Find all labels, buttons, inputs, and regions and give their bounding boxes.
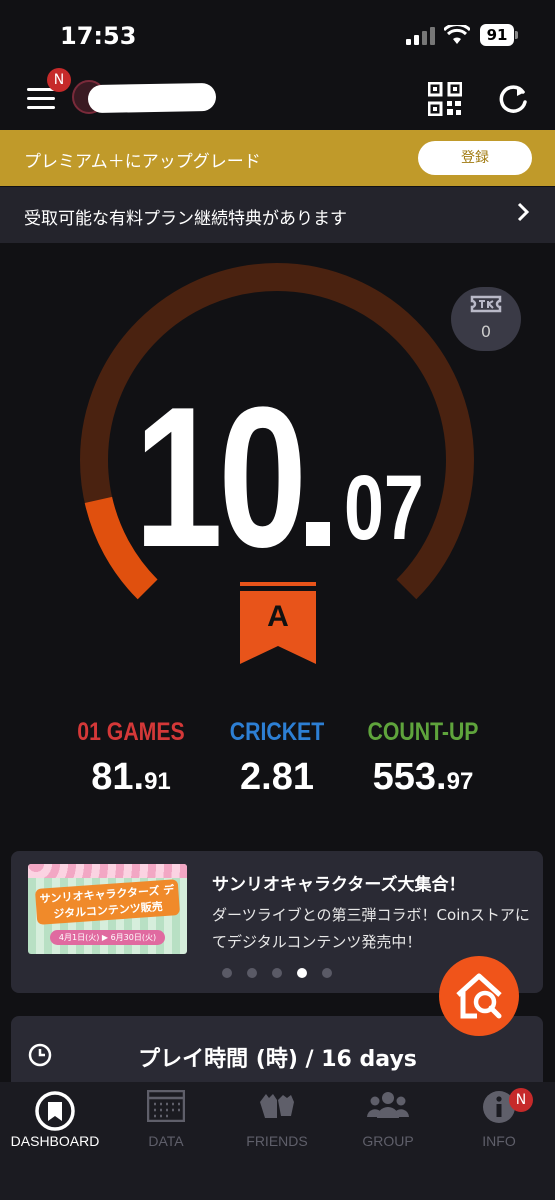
nav-data[interactable] [111,1089,221,1126]
redacted-username [87,82,217,114]
menu-icon[interactable] [27,86,55,112]
rating-integer: 10 [134,366,307,589]
stat-value-main: 553. [372,756,447,798]
chevron-right-icon [517,202,530,222]
stat-label-01-games: 01 GAMES [77,718,185,746]
ticket-count: 0 [480,322,492,341]
upgrade-label: プレミアム＋にアップグレード [24,152,261,172]
carousel-dot-4-active[interactable] [297,968,307,978]
carousel-dot-3[interactable] [272,968,282,978]
stat-value-decimal: 91 [144,768,171,795]
shop-search-button[interactable] [439,956,519,1036]
shop-search-icon [456,973,502,1019]
status-time: 17:53 [60,22,137,50]
rating-decimal-point [306,522,330,546]
group-icon [367,1092,409,1118]
friends-icon [260,1094,294,1118]
nav-label-group: GROUP [362,1133,414,1149]
nav-label-data: DATA [148,1133,184,1149]
stat-value-01-games: 81.91 [51,756,211,799]
stat-label-count-up: COUNT-UP [367,718,479,746]
nav-dashboard[interactable] [0,1090,110,1136]
thumbnail-dates: 4月1日(火) ▶ 6月30日(火) [50,930,165,945]
carousel-dot-5[interactable] [322,968,332,978]
carousel-dot-1[interactable] [222,968,232,978]
battery-cap [515,31,518,39]
wifi-icon [444,25,470,44]
nav-label-info: INFO [482,1133,516,1149]
menu-notification-badge: N [47,68,71,92]
news-thumbnail: サンリオキャラクターズ デジタルコンテンツ販売 4月1日(火) ▶ 6月30日(… [28,864,187,954]
playtime-title: プレイ時間 (時) / 16 days [138,1047,417,1072]
stat-label-cricket: CRICKET [229,718,325,746]
refresh-icon[interactable] [497,82,529,116]
cellular-signal-icon [406,27,435,45]
ticket-button[interactable] [451,287,521,351]
qr-code-icon[interactable] [428,82,462,116]
stat-value-main: 2.81 [240,756,314,798]
data-icon [146,1089,186,1123]
carousel-dot-2[interactable] [247,968,257,978]
nav-label-friends: FRIENDS [246,1133,308,1149]
battery-indicator: 91 [480,24,514,46]
info-notification-badge: N [509,1088,533,1112]
thumbnail-title: サンリオキャラクターズ デジタルコンテンツ販売 [34,879,181,925]
stat-value-cricket: 2.81 [197,756,357,799]
rating-class: A [267,600,289,633]
dashboard-icon [35,1091,75,1131]
news-title: サンリオキャラクターズ大集合！ [212,875,466,895]
nav-friends[interactable] [222,1090,332,1126]
nav-label-dashboard: DASHBOARD [10,1133,100,1149]
benefit-label: 受取可能な有料プラン継続特典があります [24,209,347,229]
news-body: ダーツライブとの第三弾コラボ！Coinストアにてデジタルコンテンツ発売中！ [212,906,530,951]
nav-info[interactable] [444,1090,554,1128]
ticket-icon [470,295,502,313]
stat-value-main: 81. [91,756,145,798]
rating-decimal: 07 [344,457,424,559]
thumbnail-scallop [28,864,187,878]
stat-value-decimal: 97 [446,768,474,795]
stat-value-count-up: 553.97 [343,756,503,799]
nav-group[interactable] [333,1090,443,1124]
register-button[interactable]: 登録 [418,141,532,175]
